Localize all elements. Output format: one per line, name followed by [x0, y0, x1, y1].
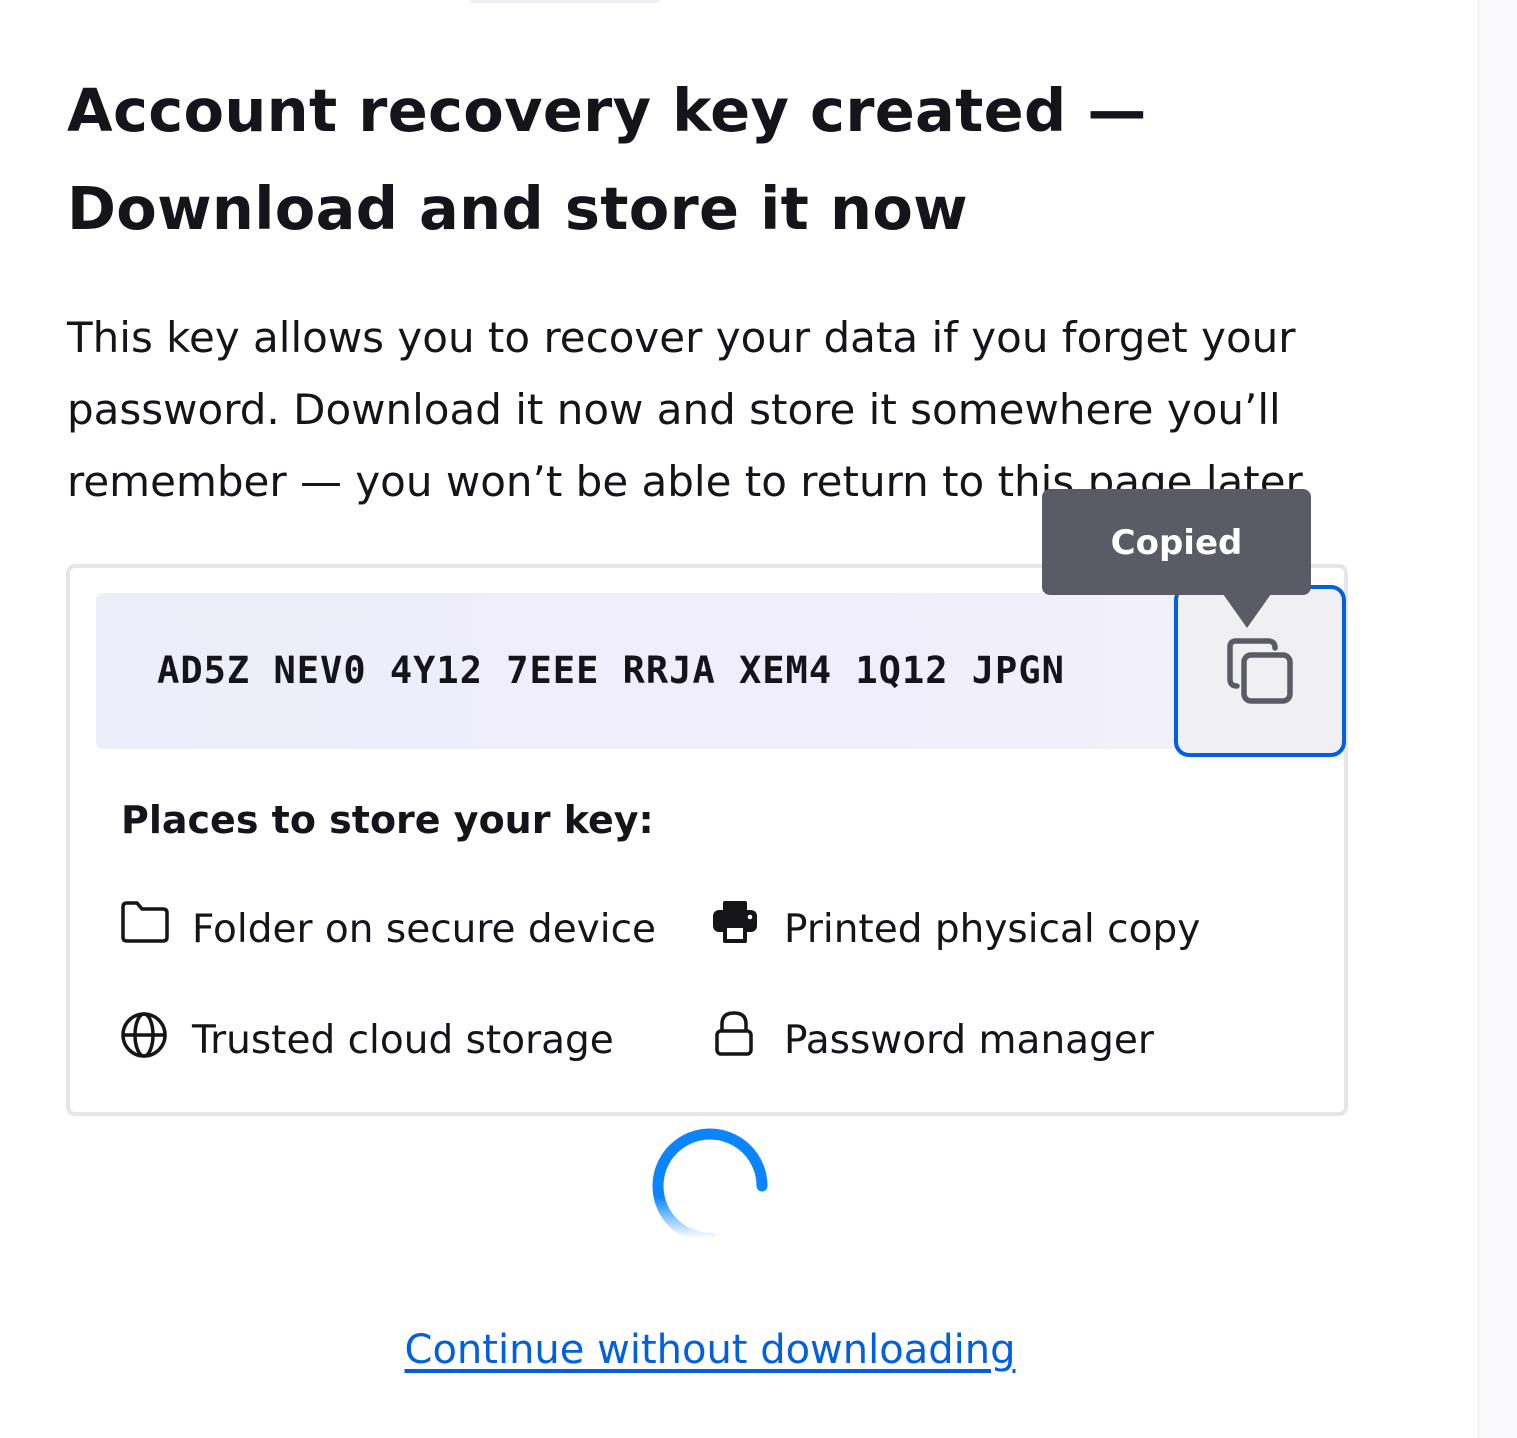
scrollbar-track[interactable] — [1478, 0, 1517, 1438]
top-edge-hint — [470, 0, 660, 3]
recovery-key-page: Account recovery key created — Download … — [0, 0, 1517, 1438]
spinner-icon — [652, 1128, 768, 1244]
folder-icon — [121, 901, 169, 943]
page-description: This key allows you to recover your data… — [67, 313, 1313, 506]
copy-icon — [1227, 638, 1293, 704]
page-title: Account recovery key created — Download … — [67, 76, 1147, 243]
tooltip-arrow — [1223, 594, 1271, 628]
recovery-key-field: AD5Z NEV0 4Y12 7EEE RRJA XEM4 1Q12 JPGN — [96, 593, 1246, 749]
continue-without-downloading-link[interactable]: Continue without downloading — [0, 1322, 1420, 1378]
lock-icon — [715, 1011, 753, 1056]
place-label: Folder on secure device — [192, 907, 657, 952]
place-label: Trusted cloud storage — [192, 1018, 614, 1063]
copied-tooltip: Copied — [1042, 489, 1311, 595]
place-label: Printed physical copy — [784, 907, 1201, 952]
places-heading: Places to store your key: — [121, 798, 654, 842]
recovery-key-value: AD5Z NEV0 4Y12 7EEE RRJA XEM4 1Q12 JPGN — [157, 649, 1065, 692]
place-label: Password manager — [784, 1018, 1154, 1063]
printer-icon — [713, 901, 757, 943]
globe-icon — [121, 1012, 167, 1058]
